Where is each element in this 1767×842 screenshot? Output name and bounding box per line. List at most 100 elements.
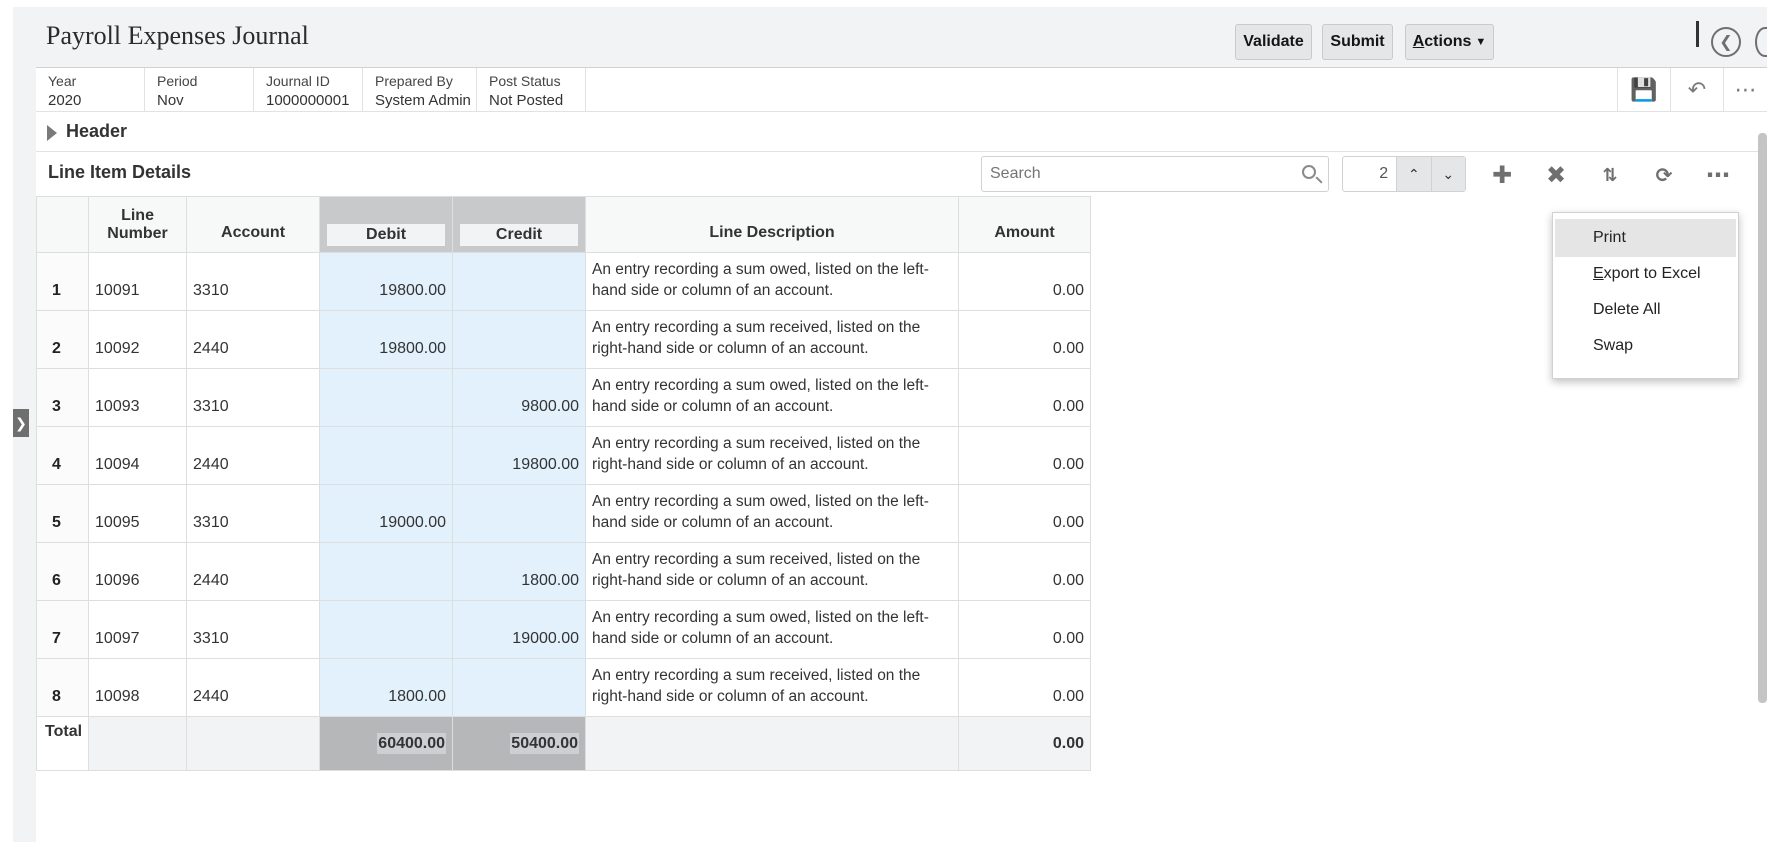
row-number[interactable]: 2: [35, 310, 90, 369]
line-items-grid: Line Number Account Debit Credit Line De…: [35, 196, 1092, 771]
row-number[interactable]: 3: [35, 368, 90, 427]
info-value: System Admin: [375, 92, 471, 109]
info-value: 1000000001: [266, 92, 350, 109]
account-cell[interactable]: 3310: [186, 600, 321, 659]
description-cell[interactable]: An entry recording a sum received, liste…: [585, 310, 960, 369]
spinner-value[interactable]: 2: [1343, 157, 1396, 191]
debit-cell[interactable]: 1800.00: [319, 658, 454, 717]
amount-cell[interactable]: 0.00: [958, 368, 1092, 427]
credit-cell[interactable]: 1800.00: [452, 542, 587, 601]
account-cell[interactable]: 2440: [186, 658, 321, 717]
vertical-scrollbar[interactable]: [1758, 133, 1767, 703]
description-cell[interactable]: An entry recording a sum received, liste…: [585, 658, 960, 717]
account-cell[interactable]: 2440: [186, 310, 321, 369]
column-header[interactable]: Line Description: [585, 196, 960, 253]
row-number[interactable]: 6: [35, 542, 90, 601]
save-icon[interactable]: 💾: [1617, 68, 1670, 112]
table-row: 1 10091 3310 19800.00 An entry recording a s…: [35, 252, 1092, 311]
table-row: 7 10097 3310 19000.00 An entry recording a s…: [35, 600, 1092, 659]
amount-cell[interactable]: 0.00: [958, 310, 1092, 369]
column-header[interactable]: Amount: [958, 196, 1092, 253]
row-number[interactable]: 7: [35, 600, 90, 659]
undo-icon[interactable]: ↶: [1670, 68, 1723, 112]
description-cell[interactable]: An entry recording a sum owed, listed on…: [585, 252, 960, 311]
line-number-cell[interactable]: 10097: [88, 600, 188, 659]
account-cell[interactable]: 3310: [186, 368, 321, 427]
search-input[interactable]: [982, 157, 1282, 191]
description-cell[interactable]: An entry recording a sum received, liste…: [585, 542, 960, 601]
debit-cell[interactable]: 19800.00: [319, 310, 454, 369]
chevron-up-icon[interactable]: ⌃: [1396, 157, 1431, 191]
validate-button[interactable]: Validate: [1235, 24, 1312, 60]
line-number-cell[interactable]: 10096: [88, 542, 188, 601]
credit-cell[interactable]: [452, 252, 587, 311]
line-number-cell[interactable]: 10095: [88, 484, 188, 543]
credit-cell[interactable]: [452, 484, 587, 543]
total-debit: 60400.00: [377, 732, 447, 754]
debit-cell[interactable]: [319, 368, 454, 427]
line-number-cell[interactable]: 10093: [88, 368, 188, 427]
account-cell[interactable]: 3310: [186, 252, 321, 311]
forward-circle-icon[interactable]: [1755, 27, 1767, 57]
row-number[interactable]: 8: [35, 658, 90, 717]
credit-cell[interactable]: [452, 658, 587, 717]
table-row: 3 10093 3310 9800.00 An entry recording a su…: [35, 368, 1092, 427]
panel-expand-icon[interactable]: ❯: [13, 409, 29, 437]
actions-button[interactable]: Actions ▼: [1405, 24, 1494, 60]
line-number-cell[interactable]: 10098: [88, 658, 188, 717]
search-icon[interactable]: [1302, 165, 1316, 179]
row-number[interactable]: 4: [35, 426, 90, 485]
menu-item-swap[interactable]: Swap: [1555, 327, 1736, 365]
menu-item-delete-all[interactable]: Delete All: [1555, 291, 1736, 329]
description-cell[interactable]: An entry recording a sum owed, listed on…: [585, 600, 960, 659]
expand-icon[interactable]: [47, 125, 57, 141]
description-cell[interactable]: An entry recording a sum received, liste…: [585, 426, 960, 485]
chevron-down-icon[interactable]: ⌄: [1430, 157, 1465, 191]
row-number[interactable]: 5: [35, 484, 90, 543]
amount-cell[interactable]: 0.00: [958, 426, 1092, 485]
credit-cell[interactable]: 9800.00: [452, 368, 587, 427]
credit-cell[interactable]: [452, 310, 587, 369]
amount-cell[interactable]: 0.00: [958, 658, 1092, 717]
row-spinner: 2 ⌃ ⌄: [1342, 156, 1466, 192]
submit-button[interactable]: Submit: [1322, 24, 1393, 60]
line-number-cell[interactable]: 10092: [88, 310, 188, 369]
column-header-debit[interactable]: Debit: [319, 196, 454, 253]
menu-item-export-excel[interactable]: Export to Excel: [1555, 255, 1736, 293]
description-cell[interactable]: An entry recording a sum owed, listed on…: [585, 368, 960, 427]
credit-cell[interactable]: 19800.00: [452, 426, 587, 485]
column-header-credit[interactable]: Credit: [452, 196, 587, 253]
column-header[interactable]: Account: [186, 196, 321, 253]
total-empty-cell: [585, 716, 960, 771]
refresh-icon[interactable]: ⟳: [1649, 160, 1679, 190]
amount-cell[interactable]: 0.00: [958, 484, 1092, 543]
row-number[interactable]: 1: [35, 252, 90, 311]
info-period: Period Nov: [145, 68, 254, 112]
table-row: 2 10092 2440 19800.00 An entry recording a s…: [35, 310, 1092, 369]
more-icon[interactable]: ⋯: [1703, 160, 1733, 190]
debit-cell[interactable]: [319, 542, 454, 601]
debit-cell[interactable]: [319, 600, 454, 659]
account-cell[interactable]: 2440: [186, 542, 321, 601]
description-cell[interactable]: An entry recording a sum owed, listed on…: [585, 484, 960, 543]
line-number-cell[interactable]: 10094: [88, 426, 188, 485]
sort-icon[interactable]: ⇅: [1595, 160, 1625, 190]
credit-cell[interactable]: 19000.00: [452, 600, 587, 659]
menu-item-print[interactable]: Print: [1555, 219, 1736, 257]
debit-cell[interactable]: 19800.00: [319, 252, 454, 311]
column-label: Debit: [326, 222, 447, 247]
debit-cell[interactable]: [319, 426, 454, 485]
back-circle-icon[interactable]: ❮: [1711, 27, 1741, 57]
amount-cell[interactable]: 0.00: [958, 600, 1092, 659]
column-header[interactable]: Line Number: [88, 196, 188, 253]
header-section[interactable]: Header: [36, 112, 1767, 152]
account-cell[interactable]: 2440: [186, 426, 321, 485]
add-icon[interactable]: ✚: [1487, 160, 1517, 190]
amount-cell[interactable]: 0.00: [958, 252, 1092, 311]
amount-cell[interactable]: 0.00: [958, 542, 1092, 601]
debit-cell[interactable]: 19000.00: [319, 484, 454, 543]
overflow-icon[interactable]: ⋯: [1723, 68, 1767, 112]
account-cell[interactable]: 3310: [186, 484, 321, 543]
delete-icon[interactable]: ✖: [1541, 160, 1571, 190]
line-number-cell[interactable]: 10091: [88, 252, 188, 311]
